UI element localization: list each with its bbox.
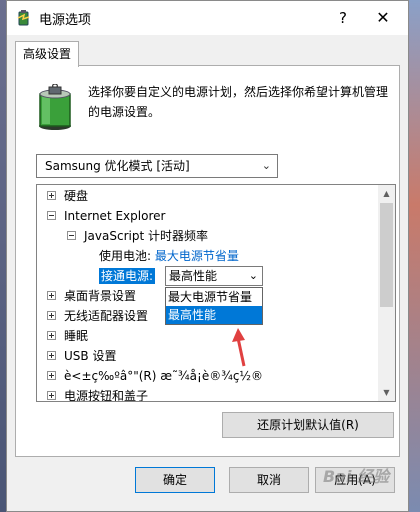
- tree-item-graphics[interactable]: è<±ç‰ºâ°"(R) æ˜¾å¡è®¾ç½®: [47, 366, 263, 386]
- expand-icon[interactable]: [47, 371, 56, 380]
- dropdown-option[interactable]: 最大电源节省量: [166, 288, 262, 306]
- scroll-up-icon[interactable]: ▲: [378, 185, 395, 202]
- tree-item-label: JavaScript 计时器频率: [84, 229, 208, 243]
- tree-item-label: 电源按钮和盖子: [64, 389, 149, 402]
- scroll-down-icon[interactable]: ▼: [378, 384, 395, 401]
- title-bar: 电源选项 ? ✕: [7, 1, 408, 35]
- tree-item-power-buttons[interactable]: 电源按钮和盖子: [47, 386, 149, 402]
- help-button[interactable]: ?: [325, 5, 361, 31]
- cancel-button[interactable]: 取消: [229, 467, 309, 493]
- power-plan-value: Samsung 优化模式 [活动]: [45, 159, 190, 173]
- tab-advanced-settings[interactable]: 高级设置: [15, 41, 79, 67]
- setting-label: 使用电池:: [99, 249, 152, 263]
- tree-item-label: 睡眠: [64, 329, 89, 343]
- combo-value: 最高性能: [169, 269, 218, 283]
- plugged-in-dropdown: 最大电源节省量 最高性能: [165, 287, 263, 325]
- expand-icon[interactable]: [47, 351, 56, 360]
- tree-item-js-timer[interactable]: JavaScript 计时器频率: [67, 226, 208, 246]
- tree-scrollbar[interactable]: ▲ ▼: [378, 185, 395, 401]
- dropdown-option-selected[interactable]: 最高性能: [166, 306, 262, 324]
- tree-item-on-battery[interactable]: 使用电池: 最大电源节省量: [99, 246, 239, 266]
- collapse-icon[interactable]: [67, 231, 76, 240]
- scroll-thumb[interactable]: [380, 203, 393, 307]
- power-options-icon: [17, 10, 30, 26]
- tree-item-label: 无线适配器设置: [64, 309, 149, 323]
- tree-item-label: USB 设置: [64, 349, 117, 363]
- tree-item-sleep[interactable]: 睡眠: [47, 326, 88, 346]
- tree-item-desktop-bg[interactable]: 桌面背景设置: [47, 286, 136, 306]
- window-title: 电源选项: [39, 13, 92, 28]
- tree-item-ie[interactable]: Internet Explorer: [47, 206, 165, 226]
- tree-item-harddisk[interactable]: 硬盘: [47, 186, 88, 206]
- advanced-settings-panel: 选择你要自定义的电源计划，然后选择你希望计算机管理的电源设置。 Samsung …: [15, 65, 400, 457]
- chevron-down-icon: ⌄: [248, 269, 258, 282]
- plugged-in-combo[interactable]: 最高性能 ⌄: [165, 266, 263, 286]
- settings-tree: 硬盘 Internet Explorer JavaScript 计时器频率 使用…: [36, 184, 396, 402]
- expand-icon[interactable]: [47, 291, 56, 300]
- setting-value-link[interactable]: 最大电源节省量: [155, 249, 239, 263]
- tree-item-label: Internet Explorer: [64, 209, 166, 223]
- tree-item-plugged-in[interactable]: 接通电源:: [99, 266, 156, 286]
- restore-defaults-button[interactable]: 还原计划默认值(R): [222, 412, 394, 438]
- ok-button[interactable]: 确定: [135, 467, 215, 493]
- desktop-right-edge: [409, 0, 420, 512]
- battery-icon: [39, 84, 71, 130]
- collapse-icon[interactable]: [47, 211, 56, 220]
- tree-item-label: è<±ç‰ºâ°"(R) æ˜¾å¡è®¾ç½®: [64, 369, 264, 383]
- expand-icon[interactable]: [47, 391, 56, 400]
- tree-item-label: 硬盘: [64, 189, 89, 203]
- tab-strip: 高级设置: [7, 35, 408, 67]
- annotation-arrow-icon: [232, 328, 246, 367]
- tree-item-wireless[interactable]: 无线适配器设置: [47, 306, 148, 326]
- expand-icon[interactable]: [47, 191, 56, 200]
- expand-icon[interactable]: [47, 311, 56, 320]
- chevron-down-icon: ⌄: [261, 159, 271, 172]
- tree-item-label: 桌面背景设置: [64, 289, 137, 303]
- watermark-logo: Bai 经验: [323, 467, 390, 486]
- setting-label-selected: 接通电源:: [99, 268, 156, 284]
- expand-icon[interactable]: [47, 331, 56, 340]
- power-options-window: 电源选项 ? ✕ 高级设置 选择你要自定义的电源计划，然后选择你希望计算机管理的…: [6, 0, 409, 512]
- power-plan-select[interactable]: Samsung 优化模式 [活动] ⌄: [36, 154, 278, 178]
- description-text: 选择你要自定义的电源计划，然后选择你希望计算机管理的电源设置。: [88, 85, 389, 119]
- tree-item-usb[interactable]: USB 设置: [47, 346, 116, 366]
- close-button[interactable]: ✕: [363, 5, 403, 31]
